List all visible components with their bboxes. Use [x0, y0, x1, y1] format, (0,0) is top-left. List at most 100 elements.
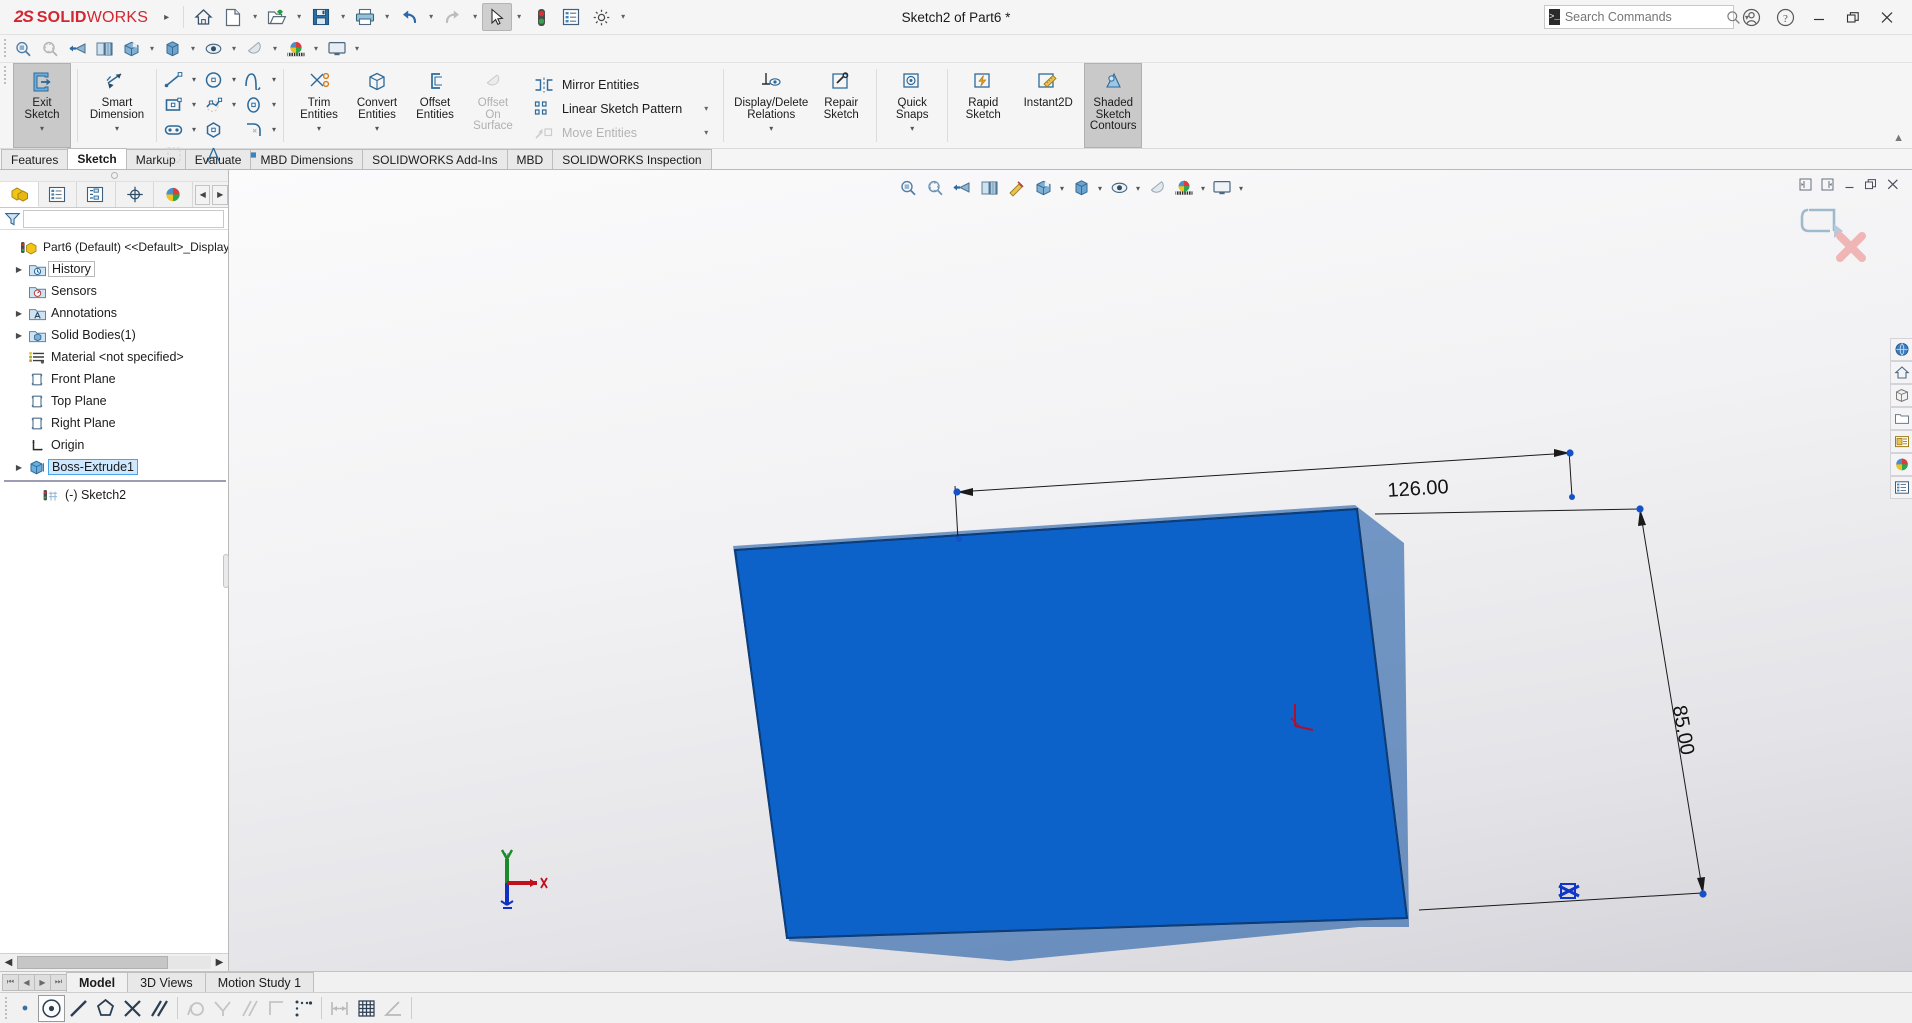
display-manager-tab[interactable]: [154, 182, 193, 207]
view-settings-button[interactable]: [323, 36, 350, 62]
polyline-tool-dropdown[interactable]: ▾: [228, 100, 240, 109]
circle-tool[interactable]: ▾: [200, 67, 240, 92]
scroll-left-arrow[interactable]: ◀: [0, 957, 17, 968]
midpoint-relation-button[interactable]: [146, 995, 173, 1022]
tree-node-front-plane[interactable]: Front Plane: [4, 368, 228, 390]
open-button[interactable]: [262, 3, 292, 31]
line-relation-button[interactable]: [65, 995, 92, 1022]
section-view-button[interactable]: [91, 36, 118, 62]
options-button[interactable]: [586, 3, 616, 31]
scroll-right-arrow[interactable]: ▶: [211, 957, 228, 968]
menu-expand-arrow[interactable]: ▸: [154, 12, 179, 23]
tree-expand-history[interactable]: ▶: [12, 265, 26, 274]
tree-expand-annotations[interactable]: ▶: [12, 309, 26, 318]
graphics-area[interactable]: ▾ ▾ ▾ ▾ ▾ 126.00 85.00 y: [229, 170, 1912, 971]
selected-vertex-marker[interactable]: [1558, 883, 1580, 899]
ellipse-tool-dropdown[interactable]: ▾: [268, 100, 280, 109]
tab-solidworks-add-ins[interactable]: SOLIDWORKS Add-Ins: [362, 149, 508, 169]
tree-node-origin[interactable]: Origin: [4, 434, 228, 456]
tree-node-top-plane[interactable]: Top Plane: [4, 390, 228, 412]
circle-tool-dropdown[interactable]: ▾: [228, 75, 240, 84]
display-style-button[interactable]: [159, 36, 186, 62]
tree-node-sensors[interactable]: Sensors: [4, 280, 228, 302]
line-tool[interactable]: ▾: [160, 67, 200, 92]
smart-dimension-dropdown[interactable]: ▾: [115, 123, 119, 135]
polygon-relation-button[interactable]: [92, 995, 119, 1022]
zoom-to-area-button[interactable]: [37, 36, 64, 62]
tree-expand-solid-bodies[interactable]: ▶: [12, 331, 26, 340]
tree-node-history[interactable]: ▶ History: [4, 258, 228, 280]
tree-node-material[interactable]: Material <not specified>: [4, 346, 228, 368]
dimxpert-manager-tab[interactable]: [116, 182, 155, 207]
linear-sketch-pattern-button[interactable]: Linear Sketch Pattern ▾: [529, 97, 716, 121]
feature-filter-input[interactable]: [23, 209, 224, 228]
configuration-manager-tab[interactable]: [77, 182, 116, 207]
redo-button[interactable]: [438, 3, 468, 31]
sketch-shaded-face[interactable]: [733, 507, 1409, 940]
instant2d-button[interactable]: Instant2D: [1012, 63, 1084, 148]
convert-entities-dropdown[interactable]: ▾: [375, 123, 379, 135]
grid-button[interactable]: [353, 995, 380, 1022]
save-dropdown[interactable]: ▾: [336, 3, 350, 31]
tab-features[interactable]: Features: [1, 149, 69, 169]
open-dropdown[interactable]: ▾: [292, 3, 306, 31]
shaded-sketch-contours-button[interactable]: Shaded Sketch Contours: [1084, 63, 1143, 148]
linear-sketch-pattern-dropdown[interactable]: ▾: [682, 104, 716, 113]
spline-tool-dropdown[interactable]: ▾: [268, 75, 280, 84]
rebuild-button[interactable]: [526, 3, 556, 31]
view-orientation-dropdown[interactable]: ▾: [145, 35, 159, 63]
tree-node-part[interactable]: Part6 (Default) <<Default>_Display Sta: [4, 236, 228, 258]
save-button[interactable]: [306, 3, 336, 31]
scroll-thumb[interactable]: [17, 956, 169, 969]
slot-tool-dropdown[interactable]: ▾: [188, 125, 200, 134]
apply-scene-button[interactable]: [282, 36, 309, 62]
rectangle-tool[interactable]: ▾: [160, 92, 200, 117]
restore-button[interactable]: [1836, 2, 1870, 32]
select-dropdown[interactable]: ▾: [512, 3, 526, 31]
offset-entities-button[interactable]: Offset Entities: [406, 63, 464, 148]
scroll-track[interactable]: [17, 956, 211, 969]
display-style-dropdown[interactable]: ▾: [186, 35, 200, 63]
tab-sketch[interactable]: Sketch: [67, 148, 127, 169]
height-dimension-group[interactable]: 85.00: [1374, 505, 1707, 911]
print-dropdown[interactable]: ▾: [380, 3, 394, 31]
display-delete-relations-dropdown[interactable]: ▾: [769, 123, 773, 135]
options-list-button[interactable]: [556, 3, 586, 31]
panel-drag-handle[interactable]: [0, 170, 228, 182]
view-orientation-button[interactable]: [118, 36, 145, 62]
close-button[interactable]: [1870, 2, 1904, 32]
ellipse-tool[interactable]: ▾: [240, 92, 280, 117]
rapid-sketch-button[interactable]: Rapid Sketch: [954, 63, 1012, 148]
exit-sketch-dropdown[interactable]: ▾: [40, 123, 44, 135]
concentric-relation-button[interactable]: [38, 994, 65, 1022]
edit-appearance-dropdown[interactable]: ▾: [268, 35, 282, 63]
view-settings-dropdown[interactable]: ▾: [350, 35, 364, 63]
slot-tool[interactable]: ▾: [160, 117, 200, 142]
edit-appearance-button[interactable]: [241, 36, 268, 62]
trim-entities-dropdown[interactable]: ▾: [317, 123, 321, 135]
filter-icon[interactable]: [4, 211, 21, 227]
search-commands-box[interactable]: >_ ▾: [1544, 5, 1749, 29]
first-tab-button[interactable]: ⏮: [2, 973, 19, 991]
text-tool[interactable]: [200, 142, 240, 167]
help-button[interactable]: ?: [1768, 2, 1802, 32]
fillet-tool[interactable]: ▾: [240, 117, 280, 142]
redo-dropdown[interactable]: ▾: [468, 3, 482, 31]
smart-dimension-button[interactable]: Smart Dimension ▾: [84, 63, 150, 148]
print-button[interactable]: [350, 3, 380, 31]
point-relation-button[interactable]: [11, 995, 38, 1022]
hide-show-items-dropdown[interactable]: ▾: [227, 35, 241, 63]
intersection-relation-button[interactable]: [119, 995, 146, 1022]
trim-entities-button[interactable]: Trim Entities ▾: [290, 63, 348, 148]
exit-sketch-button[interactable]: Exit Sketch ▾: [13, 63, 71, 148]
panel-tabs-next-button[interactable]: ▶: [212, 184, 228, 205]
hide-show-items-button[interactable]: [200, 36, 227, 62]
quick-snaps-dropdown[interactable]: ▾: [910, 123, 914, 135]
sheet-tab-motion-study-1[interactable]: Motion Study 1: [204, 972, 315, 992]
convert-entities-button[interactable]: Convert Entities ▾: [348, 63, 406, 148]
zoom-to-fit-button[interactable]: [10, 36, 37, 62]
line-tool-dropdown[interactable]: ▾: [188, 75, 200, 84]
tree-expand-boss-extrude1[interactable]: ▶: [12, 463, 26, 472]
polyline-tool[interactable]: ▾: [200, 92, 240, 117]
tree-node-solid-bodies[interactable]: ▶ Solid Bodies(1): [4, 324, 228, 346]
